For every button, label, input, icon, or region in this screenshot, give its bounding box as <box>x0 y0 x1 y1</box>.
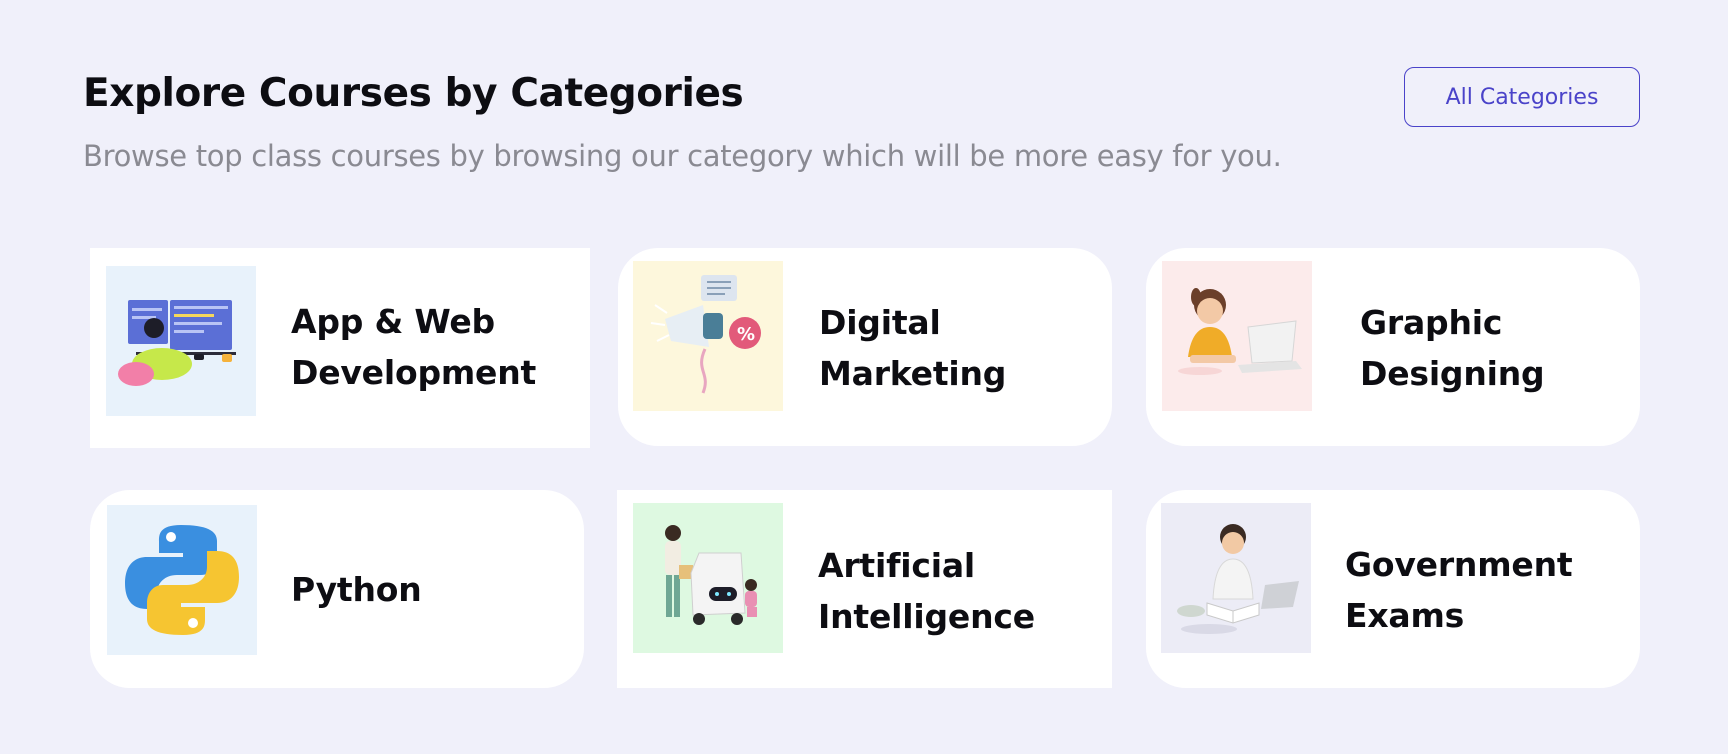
category-label-line2: Development <box>291 353 537 392</box>
delivery-robot-illustration <box>633 503 783 653</box>
category-label-line1: Digital <box>819 303 941 342</box>
category-label-line1: App & Web <box>291 302 495 341</box>
category-label: Artificial Intelligence <box>818 540 1035 642</box>
thumb-digital-marketing: % <box>633 261 783 411</box>
woman-at-laptop-illustration <box>1162 261 1312 411</box>
category-card-app-web-development[interactable]: App & Web Development <box>90 248 590 448</box>
category-label-line1: Government <box>1345 545 1573 584</box>
thumb-artificial-intelligence <box>633 503 783 653</box>
category-card-artificial-intelligence[interactable]: Artificial Intelligence <box>617 490 1112 688</box>
category-label-line2: Exams <box>1345 596 1465 635</box>
section-subtitle: Browse top class courses by browsing our… <box>83 139 1282 173</box>
category-card-graphic-designing[interactable]: Graphic Designing <box>1146 248 1640 446</box>
category-label-line1: Graphic <box>1360 303 1503 342</box>
thumb-government-exams <box>1161 503 1311 653</box>
thumb-graphic-designing <box>1162 261 1312 411</box>
category-label-line1: Python <box>291 570 422 609</box>
categories-section: Explore Courses by Categories Browse top… <box>0 0 1728 754</box>
thumb-python <box>107 505 257 655</box>
category-label: App & Web Development <box>291 296 536 398</box>
category-card-government-exams[interactable]: Government Exams <box>1146 490 1640 688</box>
category-card-python[interactable]: Python <box>90 490 584 688</box>
developer-at-computer-illustration <box>106 266 256 416</box>
megaphone-illustration: % <box>633 261 783 411</box>
category-card-digital-marketing[interactable]: % Digital Marketing <box>618 248 1112 446</box>
category-label: Graphic Designing <box>1360 297 1545 399</box>
category-label-line2: Intelligence <box>818 597 1035 636</box>
category-label: Government Exams <box>1345 539 1573 641</box>
category-label: Python <box>291 564 422 615</box>
student-reading-illustration <box>1161 503 1311 653</box>
thumb-app-web-development <box>106 266 256 416</box>
category-label-line2: Designing <box>1360 354 1545 393</box>
svg-text:%: % <box>737 324 755 345</box>
python-logo <box>107 505 257 655</box>
category-label: Digital Marketing <box>819 297 1006 399</box>
category-label-line2: Marketing <box>819 354 1007 393</box>
all-categories-button[interactable]: All Categories <box>1404 67 1640 127</box>
category-label-line1: Artificial <box>818 546 976 585</box>
section-title: Explore Courses by Categories <box>83 71 744 116</box>
